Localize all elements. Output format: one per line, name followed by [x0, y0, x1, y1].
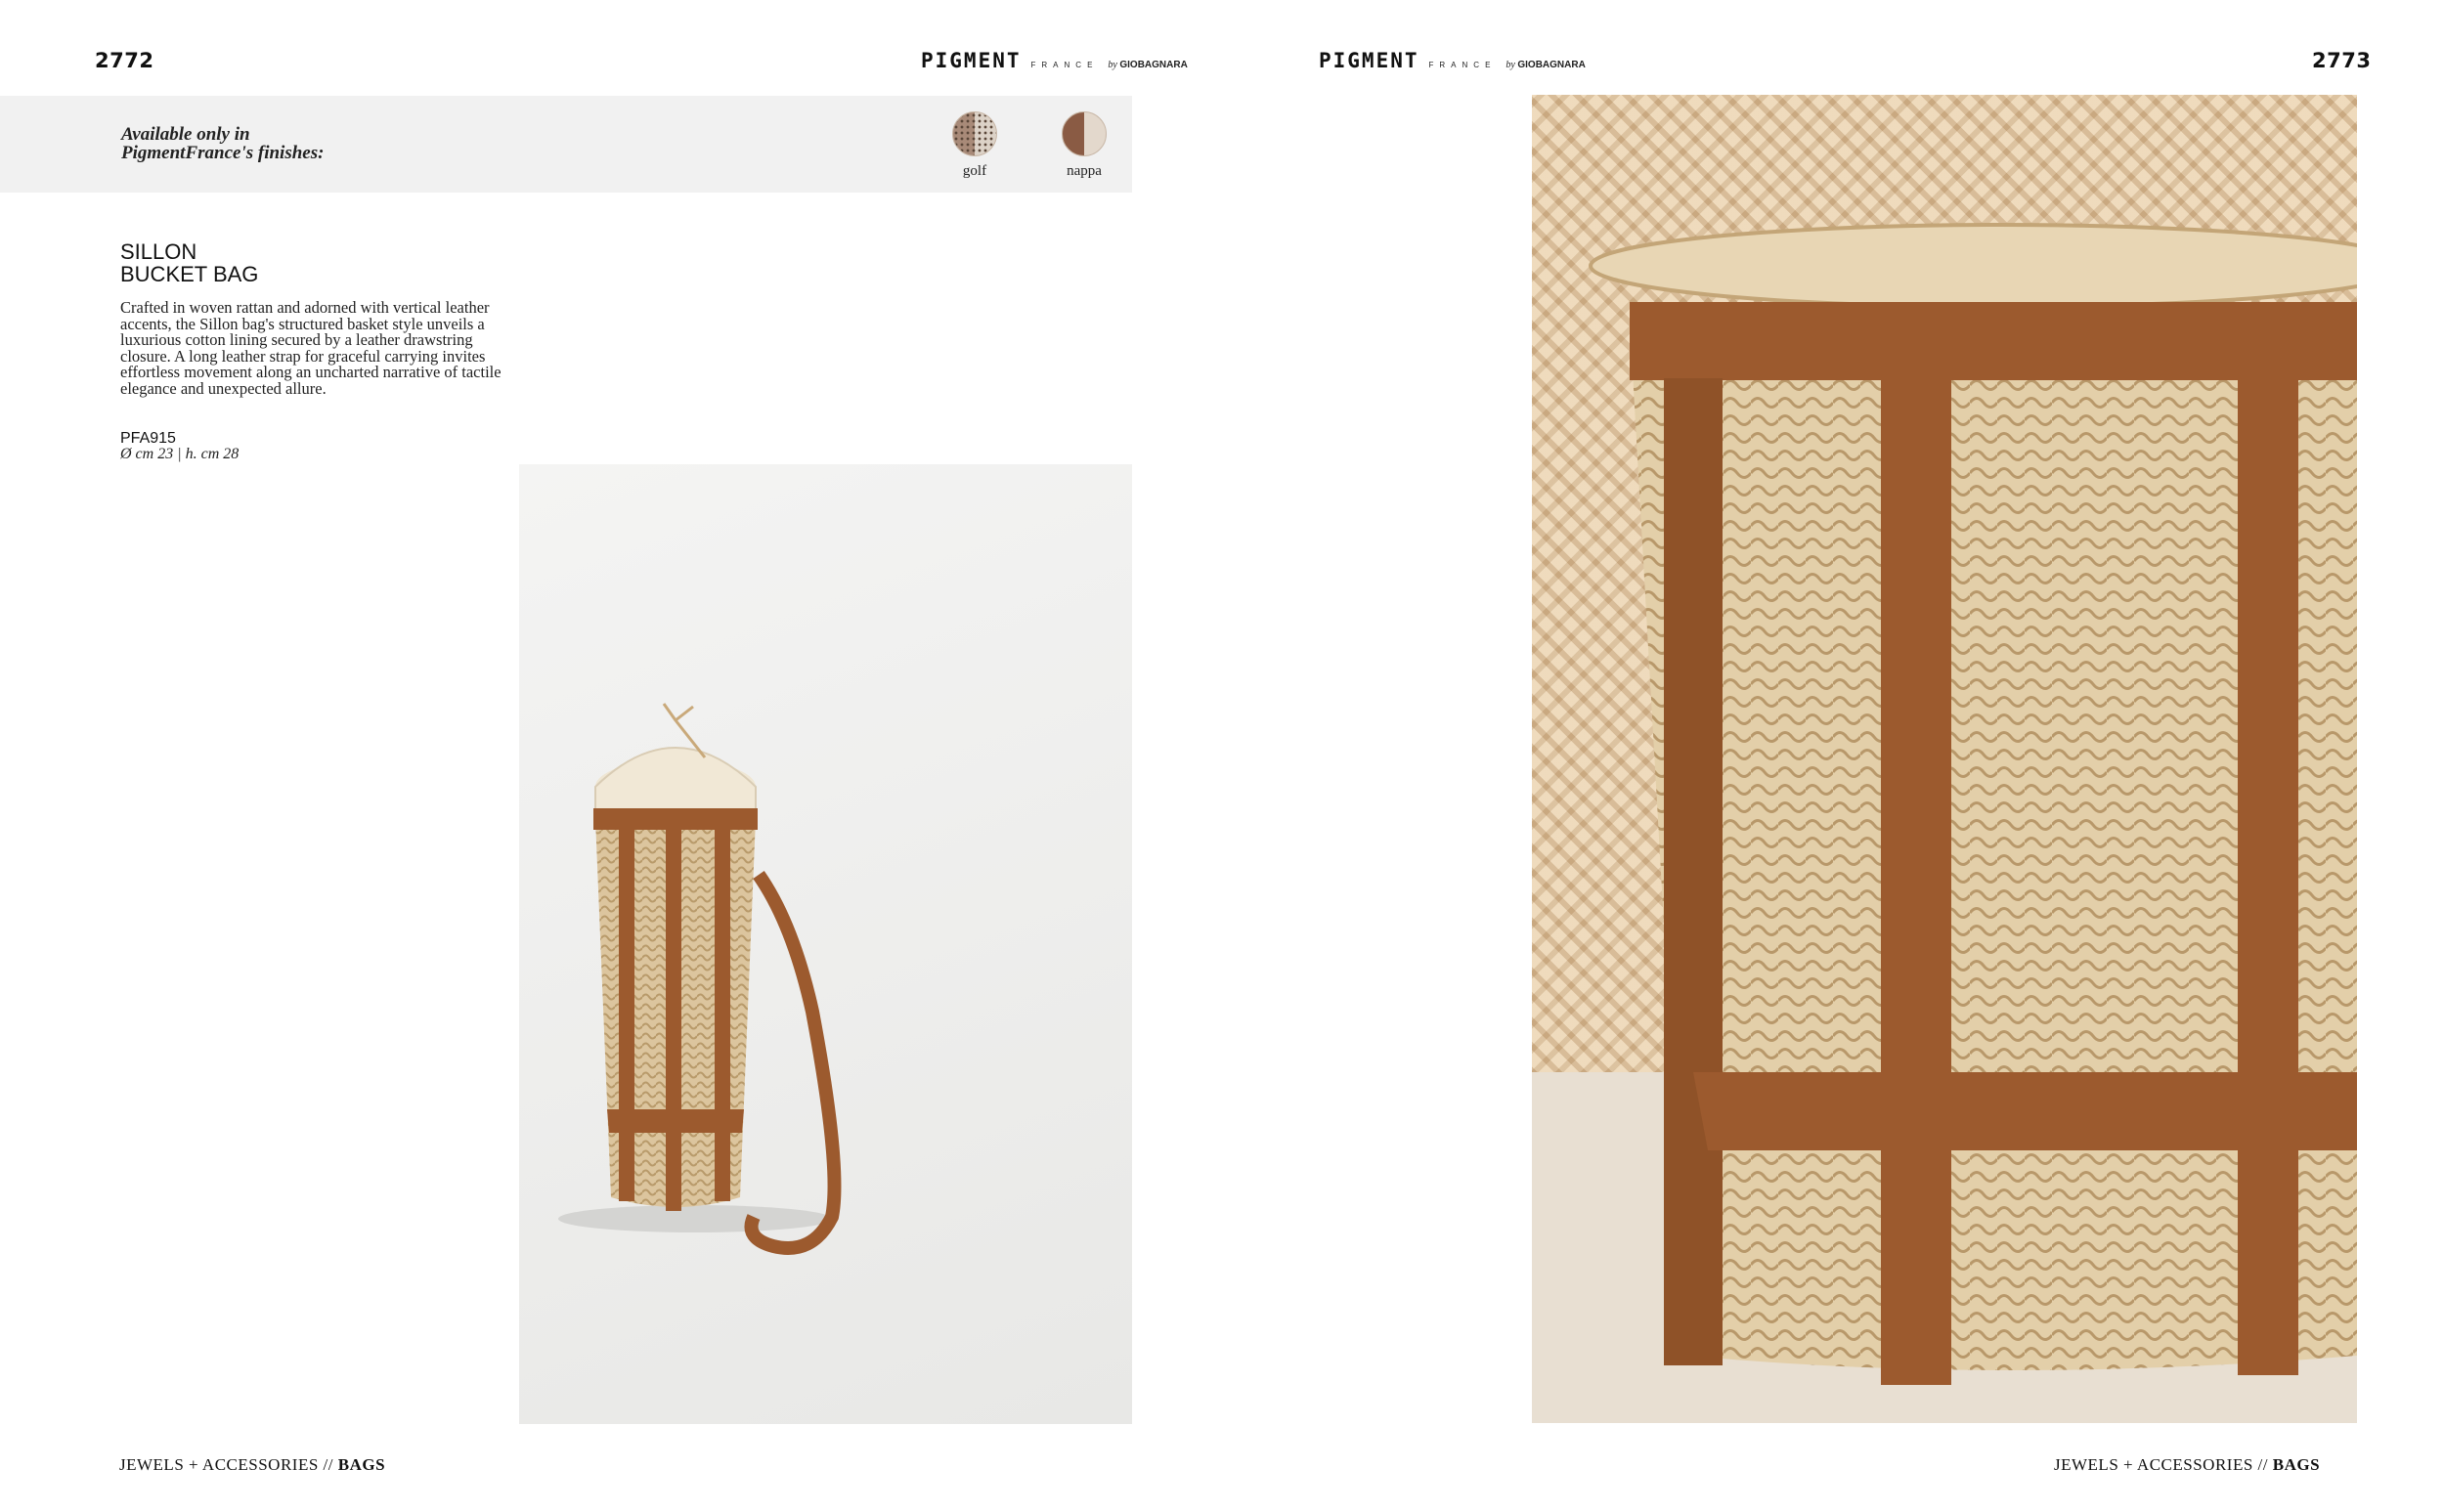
bag-shadow [558, 1205, 832, 1232]
brand-subname: FRANCE [1428, 61, 1497, 69]
top-leather-band [593, 808, 758, 830]
left-page-number: 2772 [95, 49, 154, 72]
nappa-leather-swatch-icon [1062, 111, 1107, 156]
vertical-strap-3 [715, 830, 730, 1201]
brand-byline: by GIOBAGNARA [1108, 60, 1188, 70]
lower-band [1693, 1072, 2357, 1150]
product-title: SILLON BUCKET BAG [120, 240, 258, 285]
vertical-strap-1 [619, 830, 634, 1201]
finish-swatch-nappa: nappa [1055, 111, 1113, 180]
top-band [1630, 302, 2357, 380]
right-brand-logo: PIGMENT FRANCE by GIOBAGNARA [1319, 49, 1586, 74]
strap-b [1881, 378, 1951, 1385]
product-photo-full-bag [519, 464, 1132, 1424]
finishes-label: Available only in PigmentFrance's finish… [121, 125, 324, 162]
left-footer-category: JEWELS + ACCESSORIES // [119, 1455, 333, 1474]
shoulder-strap [744, 870, 842, 1255]
vertical-strap-2 [666, 830, 681, 1211]
right-page-number: 2773 [2312, 49, 2372, 72]
golf-leather-swatch-icon [952, 111, 997, 156]
bottom-leather-band [607, 1109, 744, 1133]
strap-a [1664, 378, 1723, 1365]
finishes-label-line2: PigmentFrance's finishes: [121, 143, 325, 163]
right-footer: JEWELS + ACCESSORIES // BAGS [2054, 1455, 2320, 1475]
basket-rim [1589, 223, 2357, 309]
brand-name: PIGMENT [1319, 49, 1419, 72]
right-footer-section: BAGS [2272, 1455, 2321, 1474]
bucket-bag-illustration [558, 703, 842, 1255]
product-photo-detail [1532, 95, 2357, 1423]
left-footer: JEWELS + ACCESSORIES // BAGS [119, 1455, 385, 1475]
finishes-label-line1: Available only in [121, 124, 250, 145]
brand-name: PIGMENT [921, 49, 1022, 72]
finish-swatch-golf: golf [945, 111, 1004, 180]
brand-byline: by GIOBAGNARA [1506, 60, 1586, 70]
left-brand-logo: PIGMENT FRANCE by GIOBAGNARA [921, 49, 1188, 74]
finish-label-nappa: nappa [1067, 163, 1102, 179]
finish-label-golf: golf [962, 163, 987, 179]
bag-lining-gather [594, 747, 757, 819]
bucket-bag-closeup-illustration [1532, 223, 2357, 1423]
strap-c [2238, 378, 2298, 1375]
product-description: Crafted in woven rattan and adorned with… [120, 298, 502, 398]
brand-subname: FRANCE [1030, 61, 1099, 69]
left-footer-section: BAGS [337, 1455, 386, 1474]
right-footer-category: JEWELS + ACCESSORIES // [2054, 1455, 2268, 1474]
product-title-line2: BUCKET BAG [120, 262, 259, 286]
product-title-line1: SILLON [120, 239, 197, 264]
product-dimensions: Ø cm 23 | h. cm 28 [120, 446, 240, 462]
